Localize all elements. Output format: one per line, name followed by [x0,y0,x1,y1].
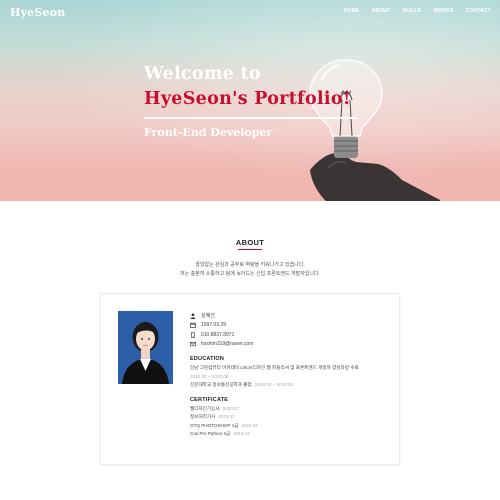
hero-divider [144,117,358,119]
certificate-item: 웹디자인기능사 2020.07 [190,405,390,414]
certificate-item-date: 2019.12 [233,431,250,436]
education-item-date: 2016.03 ~ 2020.02 [254,382,294,387]
about-title-underline [238,249,262,250]
hand-lightbulb-image [309,59,440,201]
education-item-date: 2020.02 ~ 2020.08 [190,373,229,379]
profile-name: 심혜선 [201,313,215,320]
certificate-item: GTQ PHOTOSHOP 1급 2019.03 [190,422,390,431]
calendar-icon [190,322,196,329]
certificate-item-text: Cos Pro Python 2급 [190,431,231,436]
certificate-item-date: 2020.07 [222,405,240,411]
hero-banner: HyeSeon HOME ABOUT SKILLS WORKS CONTACT … [0,0,500,201]
certificate-item-text: 웹디자인기능사 [190,405,220,411]
certificate-title: CERTIFICATE [190,396,229,403]
education-item: 선문대학교 정보통신공학과 졸업 2016.03 ~ 2020.02 [190,381,390,390]
education-title: EDUCATION [190,356,225,362]
certificate-item-text: GTQ PHOTOSHOP 1급 [190,422,239,428]
profile-photo [118,311,173,384]
profile-card: 심혜선 1997.03.29 010.8837.8971 hsshim319@n… [100,293,400,465]
certificate-item-date: 2019.03 [241,422,259,428]
user-icon [190,313,196,319]
nav-item-home[interactable]: HOME [344,8,360,14]
about-description-line: 끊임없는 관심과 공부로 역량을 키워나가고 있습니다. [195,262,305,268]
about-section-title: ABOUT [235,238,265,247]
profile-info: 심혜선 1997.03.29 010.8837.8971 hsshim319@n… [190,311,390,439]
hero-portfolio-title: HyeSeon's Portfolio! [144,89,351,109]
nav-item-skills[interactable]: SKILLS [402,8,421,14]
education-item-text: 선문대학교 정보통신공학과 졸업 [190,382,252,387]
mail-icon [190,341,196,347]
about-description: 끊임없는 관심과 공부로 역량을 키워나가고 있습니다. 저는 충분히 소통하고… [0,261,500,278]
certificate-item-date: 2019.11 [218,414,235,419]
profile-birth-row: 1997.03.29 [190,321,390,331]
profile-birthdate: 1997.03.29 [201,322,227,329]
education-item: 강남 그린컴퓨터 아카데미 UI/UX디자인 웹 퍼블리셔 및 프론트엔드 개발… [190,364,390,373]
hero-subtitle: Front-End Developer [144,126,273,139]
main-nav: HOME ABOUT SKILLS WORKS CONTACT [332,8,491,14]
profile-phone-row: 010.8837.8971 [190,330,390,340]
certificate-item: 정보처리기사 2019.11 [190,413,390,422]
certificate-item: Cos Pro Python 2급 2019.12 [190,430,390,439]
certificate-item-text: 정보처리기사 [190,414,216,419]
about-description-line: 저는 충분히 소통하고 팀에 녹아드는 신입 프론트엔드 개발자입니다. [180,270,320,277]
profile-email-row: hsshim319@naver.com [190,340,390,350]
profile-name-row: 심혜선 [190,311,390,321]
nav-item-contact[interactable]: CONTACT [466,8,491,14]
phone-icon [190,331,196,338]
education-item-text: 강남 그린컴퓨터 아카데미 UI/UX디자인 웹 퍼블리셔 및 프론트엔드 개발… [190,365,359,370]
nav-item-about[interactable]: ABOUT [372,8,391,14]
profile-email[interactable]: hsshim319@naver.com [201,341,253,347]
nav-item-works[interactable]: WORKS [433,8,453,14]
hero-welcome-text: Welcome to [144,64,261,84]
profile-phone: 010.8837.8971 [201,331,235,338]
site-logo[interactable]: HyeSeon [10,6,65,19]
